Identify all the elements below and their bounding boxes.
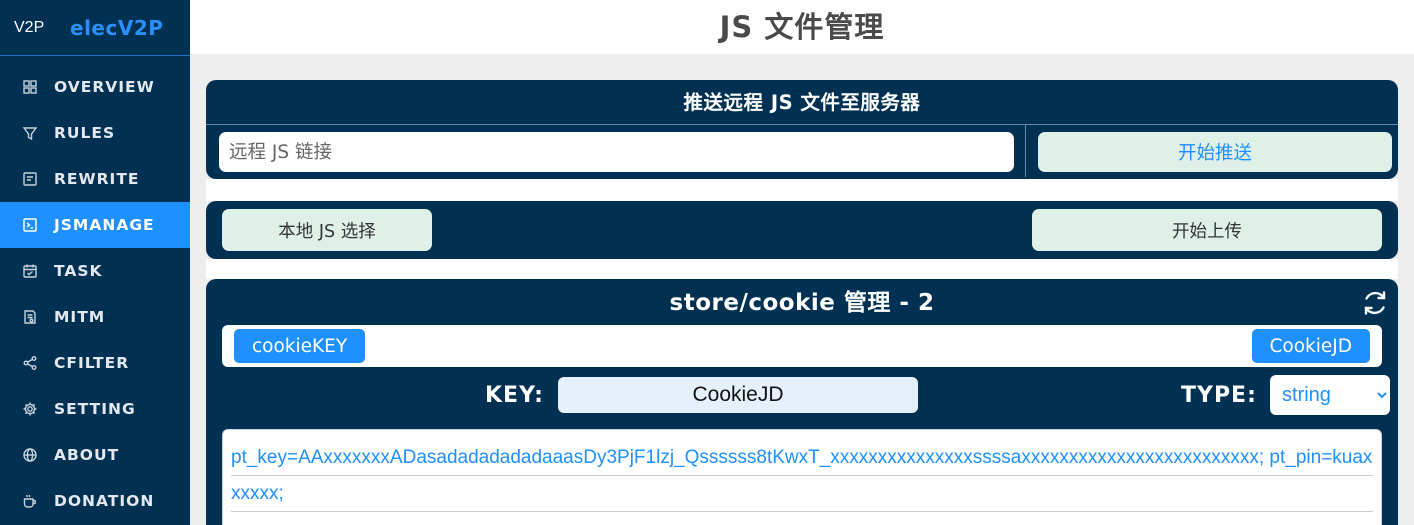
sidebar-item-overview[interactable]: OVERVIEW xyxy=(0,64,190,110)
calendar-icon xyxy=(21,262,39,280)
select-local-js-button[interactable]: 本地 JS 选择 xyxy=(222,209,432,251)
sidebar-item-mitm[interactable]: MITM xyxy=(0,294,190,340)
sidebar-item-rewrite[interactable]: REWRITE xyxy=(0,156,190,202)
sidebar-item-rules[interactable]: RULES xyxy=(0,110,190,156)
app-logo: V2P xyxy=(14,18,45,36)
sidebar-nav: OVERVIEW RULES REWRITE JSMANAGE TASK MIT… xyxy=(0,64,190,524)
spacer xyxy=(206,179,1398,201)
push-row: 开始推送 xyxy=(206,125,1398,177)
sidebar-item-about[interactable]: ABOUT xyxy=(0,432,190,478)
sidebar-item-label: SETTING xyxy=(54,400,136,418)
sidebar-item-donation[interactable]: DONATION xyxy=(0,478,190,524)
sidebar-item-label: CFILTER xyxy=(54,354,130,372)
app-name[interactable]: elecV2P xyxy=(64,16,163,40)
remote-js-url-input[interactable] xyxy=(219,132,1014,172)
key-type-row: KEY: TYPE: string xyxy=(206,367,1398,423)
sidebar-item-label: JSMANAGE xyxy=(54,216,155,234)
sidebar-item-setting[interactable]: SETTING xyxy=(0,386,190,432)
cookie-key-chip[interactable]: CookieJD xyxy=(1251,329,1370,363)
cookie-keys-list: cookieKEY CookieJD xyxy=(222,325,1382,367)
gear-icon xyxy=(21,400,39,418)
sidebar-item-cfilter[interactable]: CFILTER xyxy=(0,340,190,386)
globe-icon xyxy=(21,446,39,464)
terminal-icon xyxy=(21,216,39,234)
push-panel-heading: 推送远程 JS 文件至服务器 xyxy=(206,80,1398,125)
certificate-icon xyxy=(21,308,39,326)
push-input-cell xyxy=(206,125,1026,177)
key-label: KEY: xyxy=(485,382,544,408)
sidebar: V2P elecV2P OVERVIEW RULES REWRITE JSMAN… xyxy=(0,0,190,525)
sidebar-item-label: TASK xyxy=(54,262,103,280)
sidebar-item-label: ABOUT xyxy=(54,446,120,464)
rewrite-icon xyxy=(21,170,39,188)
share-icon xyxy=(21,354,39,372)
main-area: JS 文件管理 推送远程 JS 文件至服务器 开始推送 本地 JS 选择 开始上… xyxy=(190,0,1414,525)
upload-panel: 本地 JS 选择 开始上传 xyxy=(206,201,1398,259)
sidebar-item-label: REWRITE xyxy=(54,170,140,188)
brand: V2P elecV2P xyxy=(0,0,190,56)
push-button-cell: 开始推送 xyxy=(1026,125,1398,177)
push-panel: 推送远程 JS 文件至服务器 开始推送 xyxy=(206,80,1398,179)
cookie-value-text: pt_key=AAxxxxxxxADasadadadadadaaasDy3PjF… xyxy=(231,440,1373,512)
coffee-icon xyxy=(21,492,39,510)
key-input[interactable] xyxy=(558,377,918,413)
store-panel-heading: store/cookie 管理 - 2 xyxy=(669,290,935,316)
type-label: TYPE: xyxy=(1181,382,1257,408)
filter-icon xyxy=(21,124,39,142)
sidebar-item-label: MITM xyxy=(54,308,106,326)
type-select[interactable]: string xyxy=(1270,375,1390,415)
sidebar-item-label: RULES xyxy=(54,124,116,142)
grid-icon xyxy=(21,78,39,96)
start-upload-button[interactable]: 开始上传 xyxy=(1032,209,1382,251)
sidebar-item-label: DONATION xyxy=(54,492,155,510)
refresh-icon[interactable] xyxy=(1360,288,1390,318)
cookie-key-chip[interactable]: cookieKEY xyxy=(234,329,366,363)
start-push-button[interactable]: 开始推送 xyxy=(1038,132,1392,172)
sidebar-item-jsmanage[interactable]: JSMANAGE xyxy=(0,202,190,248)
cookie-value-editor[interactable]: pt_key=AAxxxxxxxADasadadadadadaaasDy3PjF… xyxy=(222,429,1382,525)
spacer xyxy=(206,259,1398,279)
content: 推送远程 JS 文件至服务器 开始推送 本地 JS 选择 开始上传 store/… xyxy=(206,80,1398,525)
sidebar-item-label: OVERVIEW xyxy=(54,78,155,96)
sidebar-item-task[interactable]: TASK xyxy=(0,248,190,294)
page-title: JS 文件管理 xyxy=(190,0,1414,54)
store-panel: store/cookie 管理 - 2 cookieKEY CookieJD K… xyxy=(206,279,1398,525)
